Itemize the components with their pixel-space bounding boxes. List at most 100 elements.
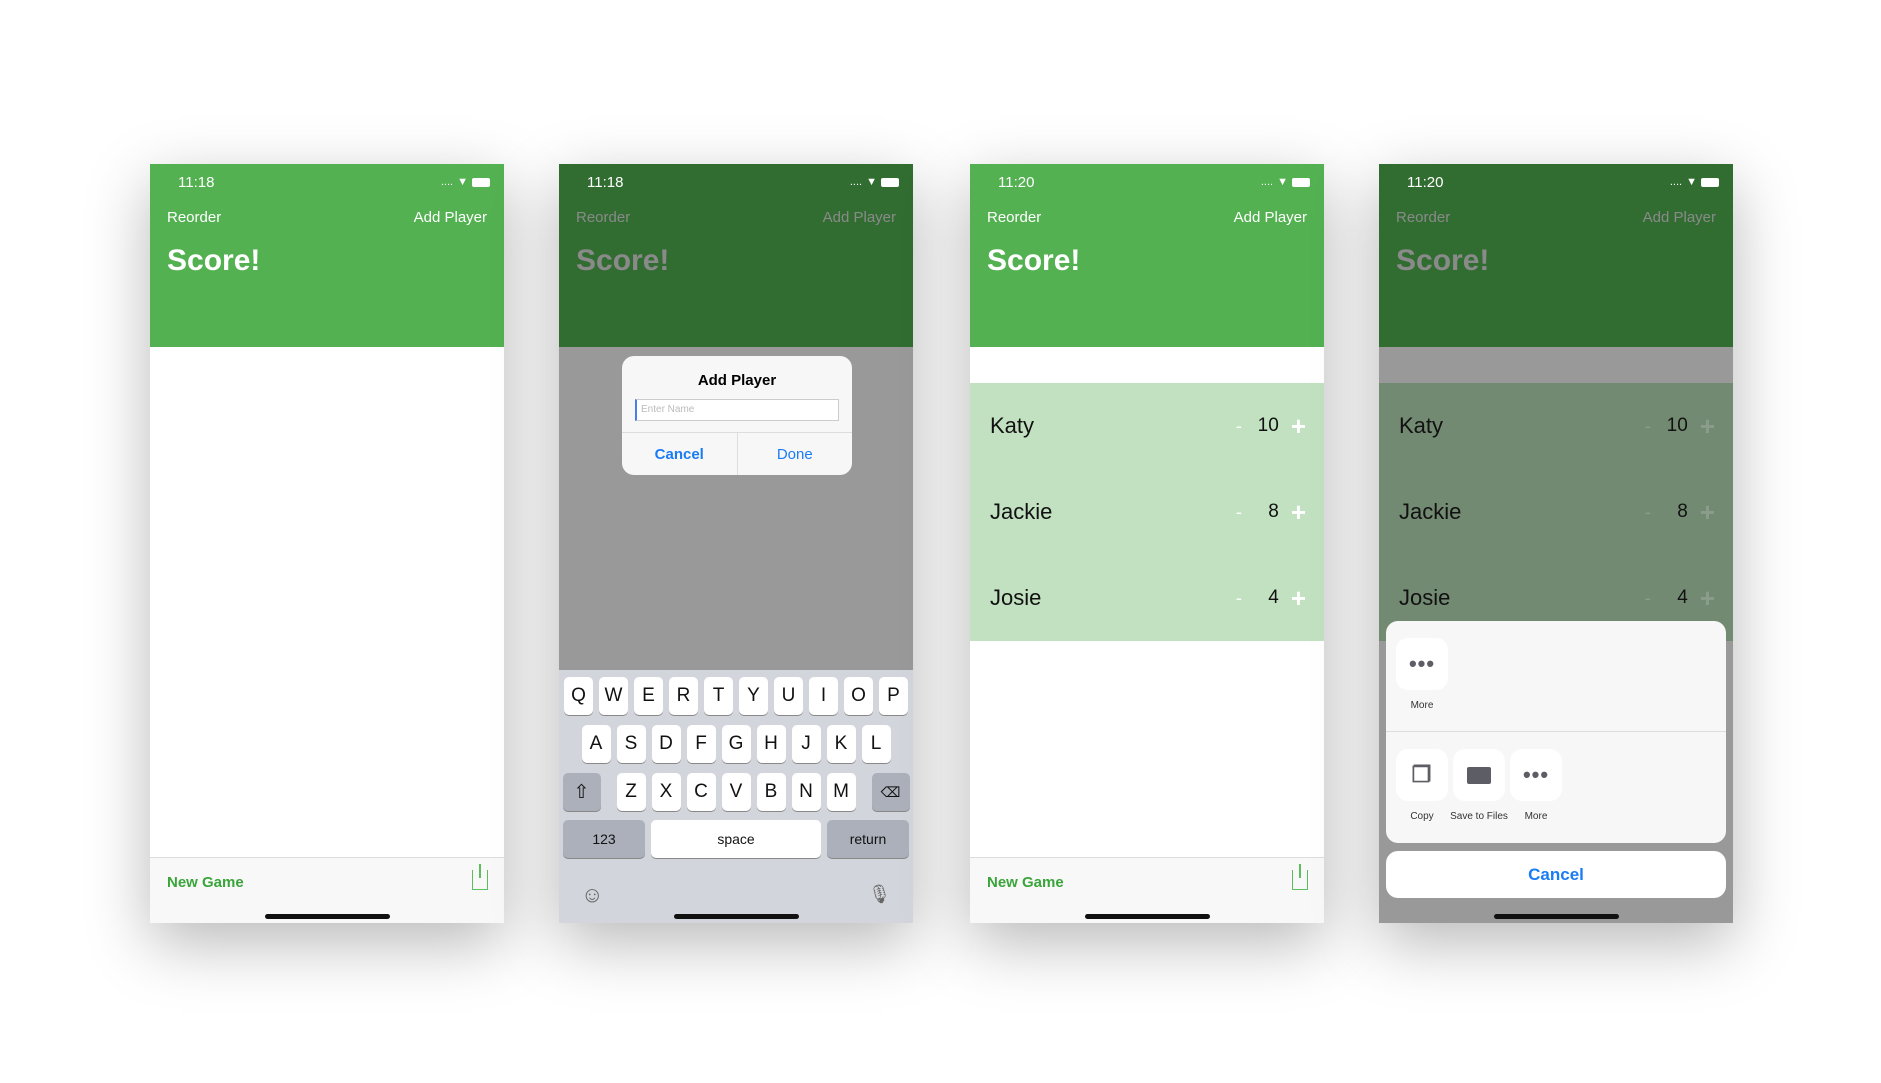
key-q[interactable]: Q [564,677,593,715]
key-r[interactable]: R [669,677,698,715]
share-action[interactable]: ••• More [1510,749,1562,822]
player-name: Katy [990,413,1035,438]
increment-button[interactable]: + [1291,497,1306,528]
status-icons: .... ▼ [1670,176,1719,188]
status-time: 11:18 [178,174,215,191]
player-score: 10 [1257,415,1279,436]
player-name: Josie [1399,585,1451,610]
microphone-icon[interactable]: 🎙 [868,884,891,905]
share-more-top[interactable]: ••• More [1396,638,1448,711]
player-name: Jackie [1399,499,1462,524]
key-d[interactable]: D [651,725,681,763]
battery-icon [472,177,490,187]
nav-header: 11:20 .... ▼ Reorder Add Player Score! [970,164,1324,347]
player-score: 4 [1677,587,1688,608]
page-title: Score! [167,244,261,277]
cancel-button[interactable]: Cancel [622,433,738,475]
numbers-key[interactable]: 123 [563,820,645,858]
add-player-button[interactable]: Add Player [823,209,896,226]
key-f[interactable]: F [686,725,716,763]
decrement-button[interactable]: - [1229,502,1249,523]
decrement-button[interactable]: - [1638,502,1658,523]
add-player-button[interactable]: Add Player [1234,209,1307,226]
folder-icon [1467,766,1491,784]
key-k[interactable]: K [826,725,856,763]
name-input[interactable]: Enter Name [635,399,839,421]
return-key[interactable]: return [827,820,909,858]
key-z[interactable]: Z [616,773,646,811]
status-time: 11:20 [998,174,1035,191]
player-score: 8 [1268,501,1279,522]
done-button[interactable]: Done [738,433,853,475]
keyboard: QWERTYUIOP ASDFGHJKL ⇧ Z X C V B N M ⌫ 123 space r… [559,670,913,923]
decrement-button[interactable]: - [1638,416,1658,437]
key-u[interactable]: U [774,677,803,715]
add-player-button[interactable]: Add Player [1643,209,1716,226]
player-name: Josie [990,585,1042,610]
key-g[interactable]: G [721,725,751,763]
add-player-button[interactable]: Add Player [414,209,487,226]
decrement-button[interactable]: - [1229,416,1249,437]
player-score: 8 [1677,501,1688,522]
new-game-button[interactable]: New Game [987,874,1064,891]
emoji-icon[interactable]: ☺ [581,882,603,908]
delete-key[interactable]: ⌫ [871,773,910,811]
reorder-button[interactable]: Reorder [576,209,630,226]
key-h[interactable]: H [756,725,786,763]
key-v[interactable]: V [721,773,751,811]
player-list: Katy - 10 + Jackie - 8 + Josie - 4 + [970,383,1324,641]
key-w[interactable]: W [599,677,628,715]
increment-button[interactable]: + [1700,497,1715,528]
player-row: Katy - 10 + [1379,383,1733,469]
key-i[interactable]: I [809,677,838,715]
key-l[interactable]: L [861,725,891,763]
key-t[interactable]: T [704,677,733,715]
home-indicator [265,914,390,919]
dialog-title: Add Player [697,372,777,389]
player-score: 10 [1666,415,1688,436]
key-n[interactable]: N [791,773,821,811]
increment-button[interactable]: + [1700,411,1715,442]
phone-screen-empty: 11:18 .... ▼ Reorder Add Player Score! Ne… [150,164,504,923]
page-title: Score! [987,244,1081,277]
key-o[interactable]: O [844,677,873,715]
key-j[interactable]: J [791,725,821,763]
decrement-button[interactable]: - [1229,588,1249,609]
home-indicator [674,914,799,919]
status-time: 11:20 [1407,174,1444,191]
home-indicator [1085,914,1210,919]
new-game-button[interactable]: New Game [167,874,244,891]
key-e[interactable]: E [634,677,663,715]
reorder-button[interactable]: Reorder [1396,209,1450,226]
key-x[interactable]: X [651,773,681,811]
decrement-button[interactable]: - [1638,588,1658,609]
key-m[interactable]: M [826,773,856,811]
reorder-button[interactable]: Reorder [987,209,1041,226]
space-key[interactable]: space [651,820,821,858]
page-title: Score! [1396,244,1490,277]
reorder-button[interactable]: Reorder [167,209,221,226]
status-time: 11:18 [587,174,624,191]
share-cancel-button[interactable]: Cancel [1386,851,1726,898]
key-s[interactable]: S [616,725,646,763]
wifi-icon: ▼ [457,176,468,188]
player-row: Jackie - 8 + [970,469,1324,555]
share-icon[interactable] [1292,864,1308,890]
key-c[interactable]: C [686,773,716,811]
increment-button[interactable]: + [1291,583,1306,614]
phone-screen-add-player: 11:18 .... ▼ Reorder Add Player Score! Ad… [559,164,913,923]
key-a[interactable]: A [581,725,611,763]
page-title: Score! [576,244,670,277]
increment-button[interactable]: + [1700,583,1715,614]
player-row: Josie - 4 + [970,555,1324,641]
more-icon: ••• [1408,651,1436,676]
key-p[interactable]: P [879,677,908,715]
share-icon[interactable] [472,864,488,890]
wifi-icon: ▼ [866,176,877,188]
content-area [150,347,504,923]
key-b[interactable]: B [756,773,786,811]
increment-button[interactable]: + [1291,411,1306,442]
phone-screen-scores: 11:20 .... ▼ Reorder Add Player Score! Ka… [970,164,1324,923]
shift-key[interactable]: ⇧ [562,773,601,811]
key-y[interactable]: Y [739,677,768,715]
